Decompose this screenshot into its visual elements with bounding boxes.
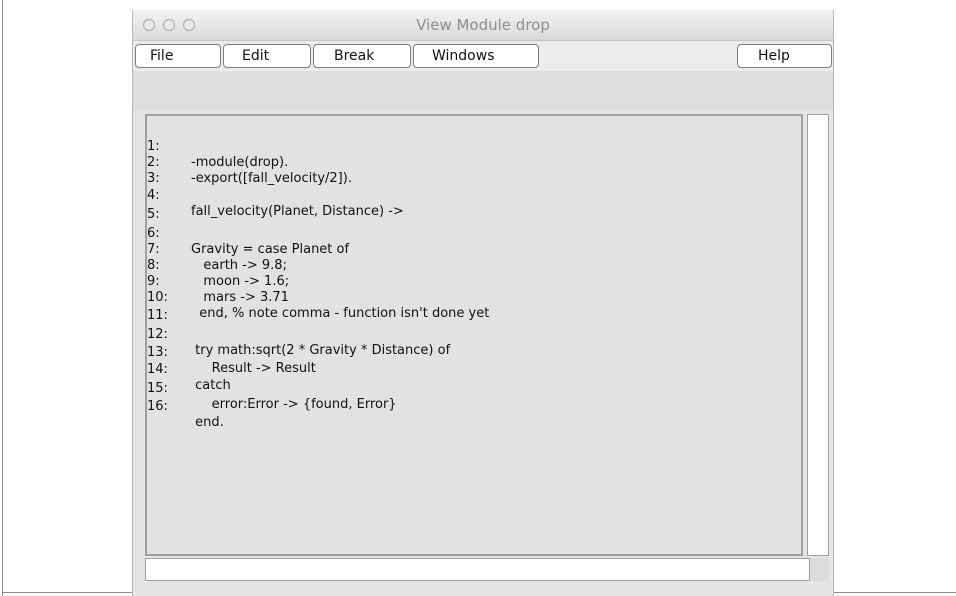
code-line-6: 6: Gravity = case Planet of	[147, 210, 349, 257]
code-line-13: 13: Result -> Result	[147, 329, 316, 376]
resize-corner[interactable]	[810, 558, 829, 581]
title-bar: View Module drop	[133, 10, 833, 41]
edit-menu-button[interactable]: Edit	[223, 44, 311, 68]
code-line-1: 1: -module(drop).	[147, 123, 288, 170]
line-text: -module(drop).	[191, 155, 289, 170]
file-menu-label: File	[150, 48, 174, 64]
code-line-3: 3:	[147, 155, 172, 186]
line-text: end, % note comma - function isn't done …	[191, 306, 490, 321]
toolbar-area	[133, 71, 833, 111]
file-menu-button[interactable]: File	[135, 44, 221, 68]
help-menu-label: Help	[758, 48, 790, 64]
code-line-4: 4: fall_velocity(Planet, Distance) ->	[147, 172, 404, 219]
windows-menu-label: Windows	[432, 48, 495, 64]
code-line-15: 15: error:Error -> {found, Error}	[147, 365, 397, 412]
line-text: Result -> Result	[191, 361, 316, 376]
module-viewer-window: View Module drop File Edit Break Windows…	[132, 10, 834, 596]
command-input[interactable]	[145, 558, 810, 581]
window-title: View Module drop	[416, 16, 550, 34]
code-line-10: 10: end, % note comma - function isn't d…	[147, 274, 489, 321]
code-line-12: 12: try math:sqrt(2 * Gravity * Distance…	[147, 311, 450, 358]
line-text: error:Error -> {found, Error}	[191, 397, 397, 412]
line-text: Gravity = case Planet of	[191, 242, 350, 257]
windows-menu-button[interactable]: Windows	[413, 44, 539, 68]
line-text: fall_velocity(Planet, Distance) ->	[191, 204, 404, 219]
code-view[interactable]: 1: -module(drop). 2: -export([fall_veloc…	[145, 114, 803, 556]
break-menu-button[interactable]: Break	[313, 44, 411, 68]
line-text: earth -> 9.8;	[191, 258, 287, 273]
menu-bar: File Edit Break Windows Help	[133, 41, 833, 71]
code-line-2: 2: -export([fall_velocity/2]).	[147, 139, 352, 186]
vertical-scrollbar[interactable]	[807, 114, 829, 556]
line-text: catch	[191, 378, 231, 393]
line-text: moon -> 1.6;	[191, 274, 290, 289]
code-line-5: 5:	[147, 191, 172, 222]
code-line-16: 16: end.	[147, 383, 224, 430]
line-number: 16:	[147, 399, 168, 414]
edit-menu-label: Edit	[242, 48, 270, 64]
break-menu-label: Break	[334, 48, 375, 64]
line-text: mars -> 3.71	[191, 290, 289, 305]
code-line-8: 8: moon -> 1.6;	[147, 242, 289, 289]
page-edge-left	[2, 0, 3, 596]
help-menu-button[interactable]: Help	[737, 44, 832, 68]
code-line-14: 14: catch	[147, 346, 231, 393]
line-text: try math:sqrt(2 * Gravity * Distance) of	[191, 343, 451, 358]
line-text: -export([fall_velocity/2]).	[191, 171, 352, 186]
line-text: end.	[191, 415, 224, 430]
code-line-11: 11:	[147, 292, 172, 323]
code-line-9: 9: mars -> 3.71	[147, 258, 289, 305]
code-line-7: 7: earth -> 9.8;	[147, 226, 287, 273]
